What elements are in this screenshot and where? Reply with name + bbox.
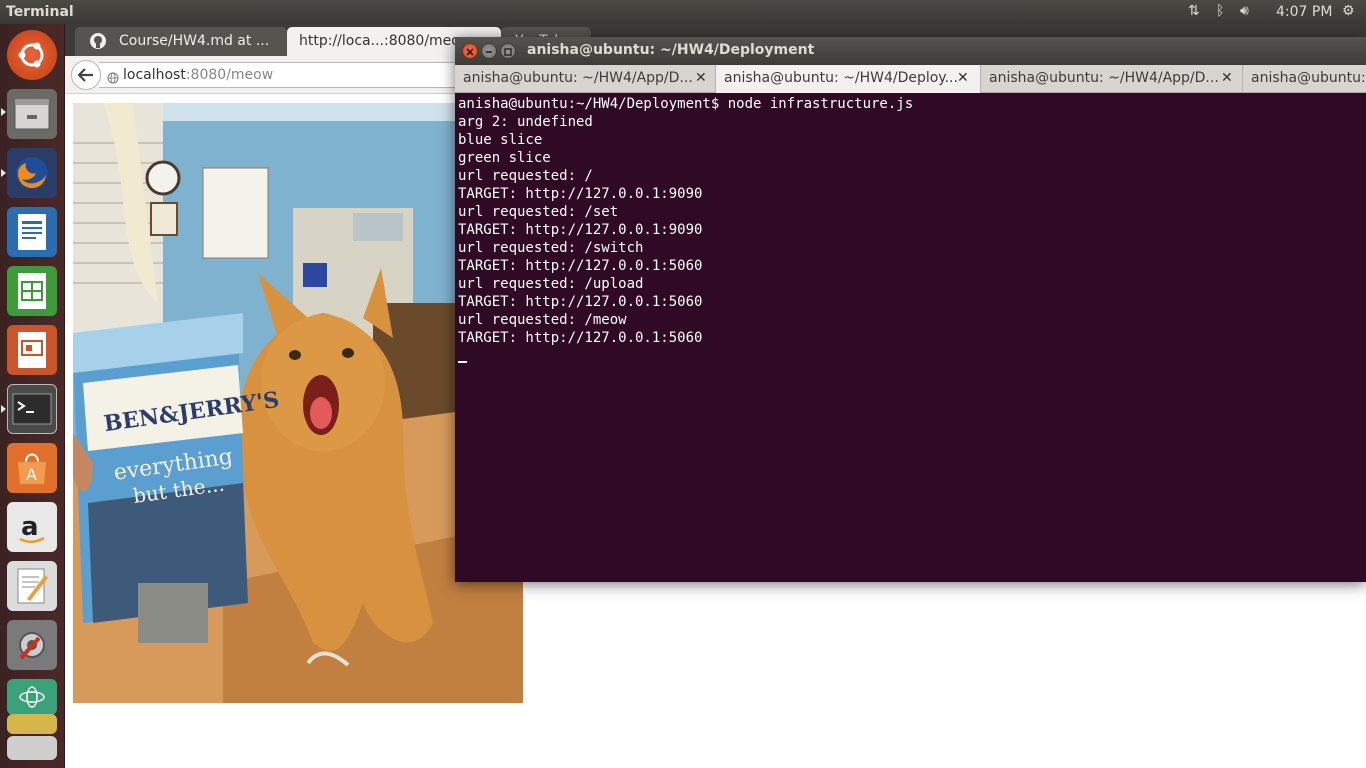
terminal-window: anisha@ubuntu: ~/HW4/Deployment anisha@u…: [455, 37, 1366, 582]
settings-gear-icon[interactable]: ⚙: [1342, 3, 1355, 19]
terminal-line: anisha@ubuntu:~/HW4/Deployment$ node inf…: [458, 96, 914, 112]
tab-close-icon[interactable]: ✕: [957, 70, 969, 86]
firefox-icon[interactable]: [7, 148, 57, 198]
terminal-line: url requested: /meow: [458, 312, 627, 328]
terminal-tab-bar: anisha@ubuntu: ~/HW4/App/D... ✕ anisha@u…: [455, 65, 1366, 93]
workspace-switcher-icon[interactable]: [7, 679, 57, 715]
launcher-running-indicator: [1, 108, 6, 116]
clock[interactable]: 4:07 PM: [1276, 4, 1332, 20]
terminal-tab-label: anisha@ubuntu: ~/HW4/App/D...: [989, 70, 1219, 86]
terminal-titlebar[interactable]: anisha@ubuntu: ~/HW4/Deployment: [455, 37, 1366, 65]
launcher: A a: [0, 24, 65, 768]
calc-icon[interactable]: [7, 266, 57, 316]
terminal-tab[interactable]: anisha@ubuntu: ~: [1243, 65, 1366, 93]
browser-tab-label: http://loca...:8080/meow: [299, 33, 472, 49]
github-icon: [89, 32, 107, 54]
minimize-button[interactable]: [481, 43, 497, 59]
impress-icon[interactable]: [7, 325, 57, 375]
tab-close-icon[interactable]: ✕: [1221, 70, 1233, 86]
globe-icon: [107, 69, 119, 88]
writer-icon[interactable]: [7, 207, 57, 257]
svg-text:a: a: [21, 512, 39, 542]
terminal-line: url requested: /: [458, 168, 593, 184]
volume-icon[interactable]: 🔊︎: [1240, 3, 1249, 19]
terminal-line: TARGET: http://127.0.0.1:5060: [458, 330, 703, 346]
launcher-running-indicator: [1, 169, 6, 177]
network-icon[interactable]: ⇅: [1188, 3, 1200, 19]
terminal-tab-label: anisha@ubuntu: ~/HW4/App/D...: [463, 70, 693, 86]
terminal-tab[interactable]: anisha@ubuntu: ~/HW4/App/D... ✕: [455, 65, 716, 93]
maximize-icon: [504, 48, 512, 56]
url-path: :8080/meow: [185, 67, 274, 83]
terminal-line: url requested: /set: [458, 204, 619, 220]
terminal-cursor-line: [458, 347, 1363, 368]
files-icon[interactable]: [7, 89, 57, 139]
amazon-icon[interactable]: a: [7, 502, 57, 552]
minimize-icon: [486, 51, 492, 53]
terminal-cursor: [458, 361, 467, 363]
url-host: localhost: [123, 67, 186, 83]
launcher-running-indicator: [1, 405, 6, 413]
back-arrow-icon: [78, 68, 93, 82]
browser-tab[interactable]: Course/HW4.md at ...: [75, 27, 287, 56]
terminal-output[interactable]: anisha@ubuntu:~/HW4/Deployment$ node inf…: [458, 95, 1363, 579]
close-icon: [466, 48, 474, 56]
maximize-button[interactable]: [500, 43, 516, 59]
svg-text:A: A: [26, 465, 37, 484]
terminal-tab-label: anisha@ubuntu: ~/HW4/Deploy...: [724, 70, 958, 86]
top-panel: Terminal ⇅ ᛒ 🔊︎ 4:07 PM ⚙: [0, 0, 1366, 24]
close-button[interactable]: [462, 43, 478, 59]
terminal-line: url requested: /upload: [458, 276, 644, 292]
url-text: localhost:8080/meow: [123, 67, 273, 83]
terminal-line: TARGET: http://127.0.0.1:9090: [458, 222, 703, 238]
terminal-line: TARGET: http://127.0.0.1:5060: [458, 294, 703, 310]
terminal-title: anisha@ubuntu: ~/HW4/Deployment: [527, 42, 815, 58]
software-center-icon[interactable]: A: [7, 443, 57, 493]
terminal-line: TARGET: http://127.0.0.1:5060: [458, 258, 703, 274]
terminal-line: green slice: [458, 150, 551, 166]
terminal-tab-active[interactable]: anisha@ubuntu: ~/HW4/Deploy... ✕: [716, 65, 981, 93]
launcher-stacked-icon[interactable]: [7, 714, 57, 734]
bluetooth-icon[interactable]: ᛒ: [1216, 3, 1224, 19]
browser-tab-label: Course/HW4.md at ...: [119, 33, 270, 49]
terminal-icon[interactable]: [7, 384, 57, 434]
panel-app-title: Terminal: [6, 4, 74, 20]
terminal-tab[interactable]: anisha@ubuntu: ~/HW4/App/D... ✕: [981, 65, 1243, 93]
terminal-line: blue slice: [458, 132, 543, 148]
system-settings-icon[interactable]: [7, 620, 57, 670]
back-button[interactable]: [71, 60, 101, 90]
terminal-line: TARGET: http://127.0.0.1:9090: [458, 186, 703, 202]
launcher-stacked-icon[interactable]: [7, 736, 57, 760]
ubuntu-dash-icon[interactable]: [7, 30, 57, 80]
terminal-line: arg 2: undefined: [458, 114, 593, 130]
terminal-tab-label: anisha@ubuntu: ~: [1251, 70, 1366, 86]
text-editor-icon[interactable]: [7, 561, 57, 611]
tab-close-icon[interactable]: ✕: [695, 70, 707, 86]
terminal-line: url requested: /switch: [458, 240, 644, 256]
